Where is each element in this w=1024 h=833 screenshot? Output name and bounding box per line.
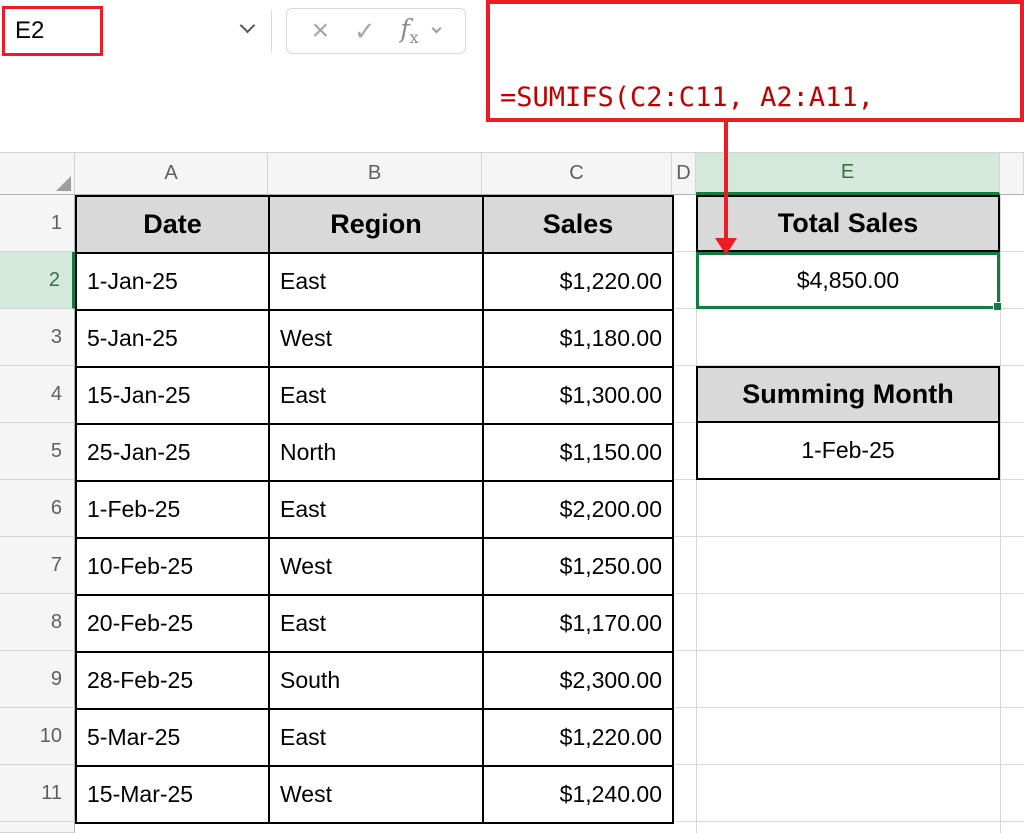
cell-a4[interactable]: 15-Jan-25 [77, 368, 270, 425]
row-header-2[interactable]: 2 [0, 252, 75, 309]
cell-e1-total-sales-header[interactable]: Total Sales [696, 195, 1000, 252]
annotation-arrow-line [724, 122, 728, 240]
cell-c2[interactable]: $1,220.00 [484, 254, 674, 311]
cell-c5[interactable]: $1,150.00 [484, 425, 674, 482]
cell-e2-selected[interactable]: $4,850.00 [696, 252, 1000, 309]
column-header-c[interactable]: C [482, 153, 672, 195]
row-header-1[interactable]: 1 [0, 195, 75, 252]
cell-c7[interactable]: $1,250.00 [484, 539, 674, 596]
row-header-6[interactable]: 6 [0, 480, 75, 537]
cell-c10[interactable]: $1,220.00 [484, 710, 674, 767]
cell-c3[interactable]: $1,180.00 [484, 311, 674, 368]
column-header-d[interactable]: D [672, 153, 696, 195]
cell-b10[interactable]: East [270, 710, 484, 767]
select-all-triangle-icon [56, 176, 71, 191]
formula-line-1: =SUMIFS(C2:C11, A2:A11, [500, 80, 1010, 116]
cell-a2[interactable]: 1-Jan-25 [77, 254, 270, 311]
cell-b5[interactable]: North [270, 425, 484, 482]
enter-icon[interactable]: ✓ [354, 18, 376, 44]
column-headers: A B C D E [0, 152, 1024, 195]
cell-e5-month-value[interactable]: 1-Feb-25 [696, 421, 1000, 480]
cell-b11[interactable]: West [270, 767, 484, 824]
formula-bar-buttons: × ✓ fx [286, 8, 466, 54]
column-header-filler [1000, 153, 1024, 195]
cell-c1-sales-header[interactable]: Sales [484, 197, 674, 254]
cell-b3[interactable]: West [270, 311, 484, 368]
column-header-a[interactable]: A [75, 153, 268, 195]
select-all-corner[interactable] [0, 153, 75, 195]
cell-a7[interactable]: 10-Feb-25 [77, 539, 270, 596]
cancel-icon[interactable]: × [312, 16, 330, 46]
row-header-partial-12 [0, 822, 75, 833]
cell-b9[interactable]: South [270, 653, 484, 710]
total-sales-value: $4,850.00 [797, 267, 899, 294]
cell-c4[interactable]: $1,300.00 [484, 368, 674, 425]
name-box-chevron-down-icon[interactable] [240, 18, 256, 34]
cell-a3[interactable]: 5-Jan-25 [77, 311, 270, 368]
row-header-10[interactable]: 10 [0, 708, 75, 765]
name-box[interactable]: E2 [2, 6, 103, 56]
formula-bar-divider [271, 10, 272, 52]
row-header-9[interactable]: 9 [0, 651, 75, 708]
cell-e4-summing-month-header[interactable]: Summing Month [696, 366, 1000, 423]
cell-a5[interactable]: 25-Jan-25 [77, 425, 270, 482]
cell-a8[interactable]: 20-Feb-25 [77, 596, 270, 653]
cell-a9[interactable]: 28-Feb-25 [77, 653, 270, 710]
cell-b4[interactable]: East [270, 368, 484, 425]
fx-chevron-down-icon[interactable] [432, 23, 442, 33]
column-header-e[interactable]: E [696, 153, 1000, 195]
column-header-b[interactable]: B [268, 153, 482, 195]
row-header-7[interactable]: 7 [0, 537, 75, 594]
row-header-11[interactable]: 11 [0, 765, 75, 822]
row-headers: 1 2 3 4 5 6 7 8 9 10 11 [0, 195, 75, 833]
cell-a1-date-header[interactable]: Date [77, 197, 270, 254]
cell-c9[interactable]: $2,300.00 [484, 653, 674, 710]
cell-b7[interactable]: West [270, 539, 484, 596]
cell-c11[interactable]: $1,240.00 [484, 767, 674, 824]
data-table: Date Region Sales 1-Jan-25 East $1,220.0… [75, 195, 674, 824]
cell-c8[interactable]: $1,170.00 [484, 596, 674, 653]
insert-function-icon[interactable]: fx [400, 16, 418, 46]
row-header-8[interactable]: 8 [0, 594, 75, 651]
cell-a11[interactable]: 15-Mar-25 [77, 767, 270, 824]
cell-b6[interactable]: East [270, 482, 484, 539]
name-box-value: E2 [15, 17, 44, 45]
cell-b8[interactable]: East [270, 596, 484, 653]
cell-b1-region-header[interactable]: Region [270, 197, 484, 254]
cell-b2[interactable]: East [270, 254, 484, 311]
row-header-4[interactable]: 4 [0, 366, 75, 423]
cell-a6[interactable]: 1-Feb-25 [77, 482, 270, 539]
cell-a10[interactable]: 5-Mar-25 [77, 710, 270, 767]
fill-handle[interactable] [993, 302, 1002, 311]
formula-annotation-callout: =SUMIFS(C2:C11, A2:A11, ">="&DATE(2025,1… [486, 0, 1024, 122]
row-header-5[interactable]: 5 [0, 423, 75, 480]
gridline-vertical-right-of-e [1000, 195, 1001, 833]
cell-c6[interactable]: $2,200.00 [484, 482, 674, 539]
annotation-arrow-head-icon [715, 238, 737, 255]
row-header-3[interactable]: 3 [0, 309, 75, 366]
